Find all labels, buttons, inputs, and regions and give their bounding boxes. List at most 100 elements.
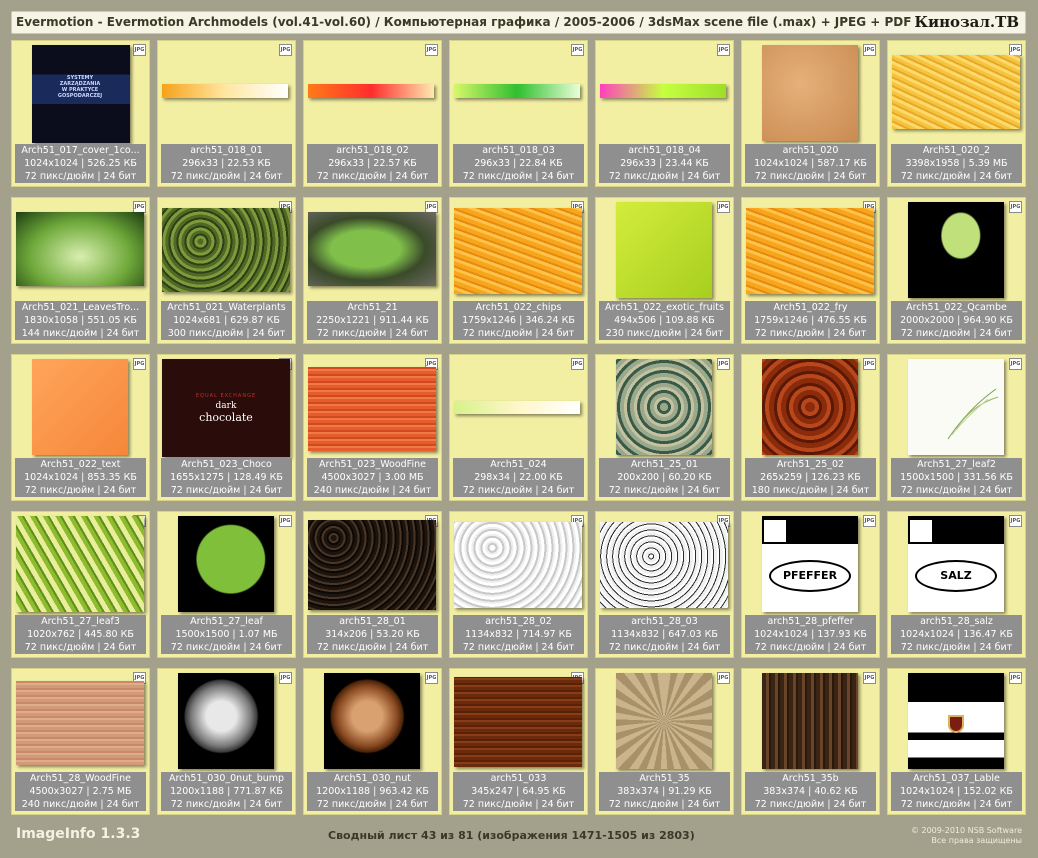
thumbnail-image[interactable] [762,673,858,769]
thumbnail-image[interactable] [16,212,144,286]
thumbnail-image[interactable] [324,673,420,769]
choco-line-dark: dark [215,401,237,411]
file-resolution-depth: 72 пикс/дюйм | 24 бит [608,171,721,182]
file-resolution-depth: 72 пикс/дюйм | 24 бит [900,799,1013,810]
thumbnail-card[interactable]: JPG Arch51_27_leaf 1500x1500 | 1.07 МБ 72 п… [157,511,296,658]
thumbnail-card[interactable]: JPG Arch51_28_WoodFine 4500x3027 | 2.75 МБ… [11,668,150,815]
thumbnail-card[interactable]: JPG Arch51_021_LeavesTro... 1830x1058 | 55… [11,197,150,344]
thumbnail-image[interactable] [454,677,582,767]
thumbnail-card[interactable]: JPG Arch51_25_02 265x259 | 126.23 КБ 180 пи… [741,354,880,501]
file-name: arch51_28_02 [485,616,552,627]
thumbnail-card[interactable]: JPG Arch51_020_2 3398x1958 | 5.39 МБ 72 пик… [887,40,1026,187]
label-oval: PFEFFER [769,560,851,592]
file-resolution-depth: 180 пикс/дюйм | 24 бит [751,485,870,496]
thumbnail-image[interactable] [616,359,712,455]
thumbnail-card[interactable]: JPG Arch51_25_01 200x200 | 60.20 КБ 72 пикс… [595,354,734,501]
thumbnail-image[interactable] [308,520,436,610]
file-info-panel: arch51_28_03 1134x832 | 647.03 КБ 72 пикс/… [599,615,730,654]
thumbnail-card[interactable]: JPGEQUAL EXCHANGEdarkchocolateArch51_023… [157,354,296,501]
file-info-panel: Arch51_022_text 1024x1024 | 853.35 КБ 72 п… [15,458,146,497]
thumbnail-card[interactable]: JPG arch51_28_02 1134x832 | 714.97 КБ 72 пи… [449,511,588,658]
file-dimensions-size: 4500x3027 | 3.00 МБ [321,472,424,483]
file-dimensions-size: 1200x1188 | 963.42 КБ [316,786,429,797]
thumbnail-card[interactable]: JPG Arch51_030_0nut_bump 1200x1188 | 771.8… [157,668,296,815]
thumbnail-image[interactable] [16,681,144,765]
rights-text: Все права защищены [931,836,1022,845]
thumbnail-image[interactable] [16,516,144,612]
thumbnail-image[interactable]: EQUAL EXCHANGE dark chocolate [162,359,290,457]
thumbnail-card[interactable]: JPG Arch51_35 383x374 | 91.29 КБ 72 пикс/дю… [595,668,734,815]
thumbnail-card[interactable]: JPG arch51_018_03 296x33 | 22.84 КБ 72 пикс… [449,40,588,187]
file-resolution-depth: 72 пикс/дюйм | 24 бит [24,485,137,496]
thumbnail-card[interactable]: JPGarch51_033345x247 | 64.95 КБ72 пикс/д… [449,668,588,815]
thumbnail-image[interactable] [162,208,290,292]
thumbnail-image[interactable] [892,55,1020,129]
thumbnail-image[interactable] [308,367,436,451]
file-info-panel: Arch51_017_cover_1co... 1024x1024 | 526.2… [15,144,146,183]
file-name: Arch51_27_leaf2 [917,459,996,470]
file-name: arch51_033 [490,773,547,784]
thumbnail-card[interactable]: JPG Arch51_023_WoodFine 4500x3027 | 3.00 М… [303,354,442,501]
thumbnail-card[interactable]: JPG arch51_018_01 296x33 | 22.53 КБ 72 пикс… [157,40,296,187]
thumbnail-image[interactable] [908,359,1004,455]
thumbnail-image[interactable] [908,673,1004,769]
jpg-file-icon: JPG [717,672,730,684]
thumbnail-card[interactable]: JPG Arch51_022_text 1024x1024 | 853.35 КБ 7… [11,354,150,501]
copyright-text: © 2009-2010 NSB Software [910,826,1022,835]
thumbnail-image[interactable] [616,673,712,769]
thumbnail-image[interactable] [454,208,582,294]
thumbnail-card[interactable]: JPG SYSTEMY ZARZĄDZANIA W PRAKTYCE GOSPODARC… [11,40,150,187]
thumbnail-card[interactable]: JPG Arch51_35b 383x374 | 40.62 КБ 72 пикс/д… [741,668,880,815]
thumbnail-image[interactable] [746,208,874,294]
thumbnail-card[interactable]: JPG Arch51_27_leaf2 1500x1500 | 331.56 КБ 7… [887,354,1026,501]
thumbnail-image[interactable] [908,202,1004,298]
thumbnail-image[interactable] [600,522,728,608]
thumbnail-image[interactable] [454,84,580,98]
thumbnail-card[interactable]: JPG Arch51_037_Lable 1024x1024 | 152.02 КБ… [887,668,1026,815]
thumbnail-card[interactable]: JPGArch51_27_leaf31020x762 | 445.80 КБ72… [11,511,150,658]
thumbnail-card[interactable]: JPG Arch51_030_nut 1200x1188 | 963.42 КБ 72… [303,668,442,815]
thumbnail-card[interactable]: JPG PFEFFER arch51_28_pfeffer 1024x1024 | 1… [741,511,880,658]
file-resolution-depth: 72 пикс/дюйм | 24 бит [316,642,429,653]
thumbnail-card[interactable]: JPG Arch51_21 2250x1221 | 911.44 КБ 72 пикс… [303,197,442,344]
thumbnail-image[interactable] [454,522,582,608]
thumbnail-card[interactable]: JPG Arch51_022_fry 1759x1246 | 476.55 КБ 72… [741,197,880,344]
thumbnail-card[interactable]: JPG Arch51_024 298x34 | 22.00 КБ 72 пикс/дю… [449,354,588,501]
thumbnail-card[interactable]: JPG arch51_28_03 1134x832 | 647.03 КБ 72 пи… [595,511,734,658]
thumbnail-image[interactable]: SALZ [908,516,1004,612]
thumbnail-image[interactable] [32,359,128,455]
jpg-file-icon: JPG [1009,515,1022,527]
thumbnail-image[interactable] [454,401,580,414]
thumbnail-image[interactable] [178,516,274,612]
thumbnail-card[interactable]: JPG Arch51_021_Waterplants 1024x681 | 629.… [157,197,296,344]
thumbnail-image[interactable] [162,84,288,98]
thumbnail-card[interactable]: JPG arch51_018_02 296x33 | 22.57 КБ 72 пикс… [303,40,442,187]
thumbnail-image[interactable] [616,202,712,298]
thumbnail-image[interactable] [178,673,274,769]
crest-icon [948,715,964,733]
file-dimensions-size: 1134x832 | 647.03 КБ [611,629,718,640]
thumbnail-image[interactable]: SYSTEMY ZARZĄDZANIA W PRAKTYCE GOSPODARCZEJ [32,45,130,143]
thumbnail-card[interactable]: JPG Arch51_022_exotic_fruits 494x506 | 109… [595,197,734,344]
thumbnail-card[interactable]: JPG Arch51_022_chips 1759x1246 | 346.24 КБ… [449,197,588,344]
thumbnail-image[interactable] [762,359,858,455]
file-dimensions-size: 296x33 | 23.44 КБ [620,158,709,169]
file-dimensions-size: 1759x1246 | 346.24 КБ [462,315,575,326]
thumbnail-card[interactable]: JPG SALZ arch51_28_salz 1024x1024 | 136.47 … [887,511,1026,658]
book-cover-line: GOSPODARCZEJ [57,93,103,99]
jpg-file-icon: JPG [279,672,292,684]
thumbnail-image[interactable] [600,84,726,98]
thumbnail-card[interactable]: JPG arch51_018_04 296x33 | 23.44 КБ 72 пикс… [595,40,734,187]
thumbnail-card[interactable]: JPG arch51_020 1024x1024 | 587.17 КБ 72 пик… [741,40,880,187]
file-dimensions-size: 1500x1500 | 1.07 МБ [175,629,278,640]
file-name: Arch51_022_chips [475,302,562,313]
thumbnail-image[interactable] [308,212,436,286]
file-info-panel: Arch51_023_Choco 1655x1275 | 128.49 КБ 72 … [161,458,292,497]
file-dimensions-size: 1759x1246 | 476.55 КБ [754,315,867,326]
thumbnail-card[interactable]: JPG Arch51_022_Qcambe 2000x2000 | 964.90 К… [887,197,1026,344]
thumbnail-image[interactable] [762,45,858,141]
app-name: ImageInfo 1.3.3 [16,826,141,842]
thumbnail-card[interactable]: JPGarch51_28_01314x206 | 53.20 КБ72 пикс… [303,511,442,658]
thumbnail-image[interactable] [308,84,434,98]
thumbnail-image[interactable]: PFEFFER [762,516,858,612]
